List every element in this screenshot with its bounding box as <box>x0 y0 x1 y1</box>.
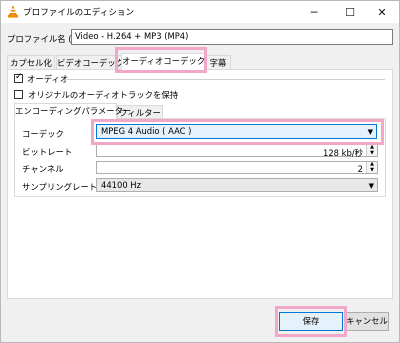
codec-label: コーデック <box>22 129 64 139</box>
tab-encapsulation[interactable]: カプセル化 <box>7 55 55 70</box>
subtab-encoding-parameters-label: エンコーディングパラメーター <box>15 106 132 116</box>
cancel-button[interactable]: キャンセル <box>345 312 389 331</box>
spin-down-icon[interactable]: ▼ <box>366 167 377 173</box>
keep-original-checkbox[interactable] <box>14 90 23 99</box>
tab-video-codec[interactable]: ビデオコーデック <box>56 55 124 70</box>
maximize-icon: ☐ <box>345 5 355 19</box>
save-button[interactable]: 保存 <box>279 312 343 331</box>
audio-checkbox[interactable] <box>14 72 23 83</box>
tab-subtitles-label: 字幕 <box>209 58 227 68</box>
save-button-label: 保存 <box>302 316 320 326</box>
codec-value: MPEG 4 Audio ( AAC ) <box>101 126 192 136</box>
channels-value: 2 <box>357 164 363 174</box>
profile-edit-dialog: プロファイルのエディション ─ ☐ ✕ プロファイル名 (N) Video - … <box>0 0 400 343</box>
bitrate-value: 128 kb/秒 <box>322 148 363 158</box>
audio-checkbox-label: オーディオ <box>27 74 69 84</box>
bitrate-label: ビットレート <box>22 147 73 157</box>
dropdown-arrow-icon: ▼ <box>367 128 373 136</box>
tab-audio-codec-label: オーディオコーデック <box>122 56 206 66</box>
minimize-icon: ─ <box>310 5 318 19</box>
window-title: プロファイルのエディション <box>23 8 135 18</box>
codec-select[interactable]: MPEG 4 Audio ( AAC ) ▼ <box>96 124 377 139</box>
title-bar: プロファイルのエディション ─ ☐ ✕ <box>1 1 399 23</box>
minimize-button[interactable]: ─ <box>297 1 331 23</box>
vlc-cone-icon <box>8 5 18 18</box>
spin-down-icon[interactable]: ▼ <box>366 150 377 156</box>
audio-separator <box>67 79 385 80</box>
samplerate-select[interactable]: 44100 Hz ▼ <box>96 178 378 192</box>
close-icon: ✕ <box>377 5 387 19</box>
profile-name-label: プロファイル名 (N) <box>7 34 82 44</box>
tab-encapsulation-label: カプセル化 <box>10 58 52 68</box>
cancel-button-label: キャンセル <box>346 316 388 326</box>
channels-label: チャンネル <box>22 164 64 174</box>
tab-audio-codec[interactable]: オーディオコーデック <box>121 53 205 70</box>
profile-name-value: Video - H.264 + MP3 (MP4) <box>75 31 189 41</box>
dropdown-arrow-icon: ▼ <box>368 182 374 190</box>
maximize-button[interactable]: ☐ <box>333 1 367 23</box>
close-button[interactable]: ✕ <box>365 1 399 23</box>
tab-subtitles[interactable]: 字幕 <box>205 55 231 70</box>
bitrate-spinbox[interactable]: 128 kb/秒 ▲ ▼ <box>96 144 378 158</box>
keep-original-label: オリジナルのオーディオトラックを保持 <box>28 90 179 100</box>
tab-video-codec-label: ビデオコーデック <box>57 58 124 68</box>
profile-name-input[interactable]: Video - H.264 + MP3 (MP4) <box>71 29 393 45</box>
channels-spinbox[interactable]: 2 ▲ ▼ <box>96 161 378 174</box>
subtab-encoding-parameters[interactable]: エンコーディングパラメーター <box>14 103 131 120</box>
samplerate-value: 44100 Hz <box>101 180 141 190</box>
